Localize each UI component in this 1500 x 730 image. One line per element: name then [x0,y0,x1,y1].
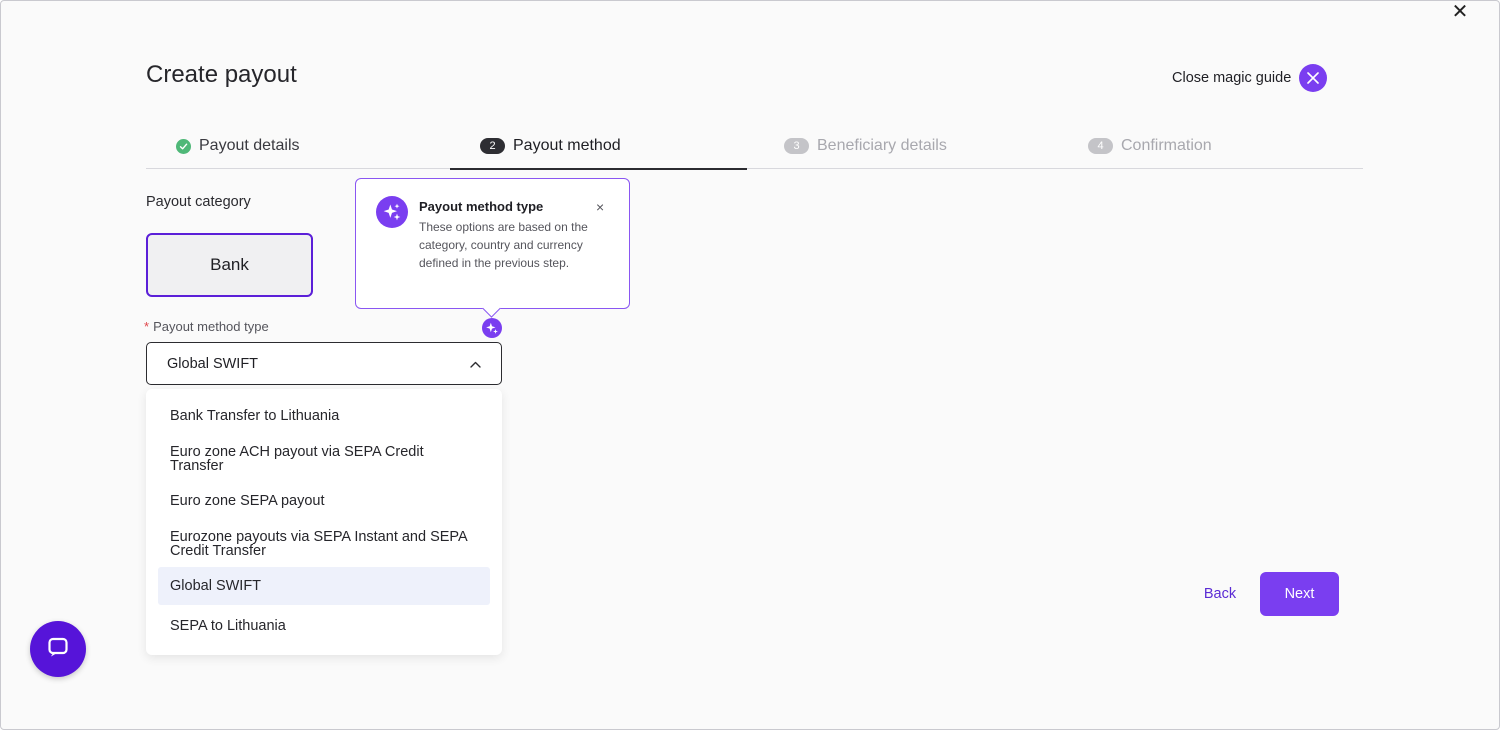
step-label: Payout method [513,137,621,154]
stepper: Payout details 2 Payout method 3 Benefic… [146,123,1363,170]
chevron-up-icon [470,356,481,372]
step-number: 2 [480,138,505,154]
app-window: ✕ Create payout Close magic guide Payout… [0,0,1500,730]
close-magic-guide-label: Close magic guide [1172,70,1292,86]
close-magic-guide-button[interactable]: Close magic guide [1172,64,1328,92]
step-payout-details[interactable]: Payout details [176,123,300,169]
step-label: Beneficiary details [817,137,947,154]
dropdown-option[interactable]: Euro zone ACH payout via SEPA Credit Tra… [158,435,490,482]
dropdown-option-selected[interactable]: Global SWIFT [158,567,490,605]
step-confirmation: 4 Confirmation [1088,123,1212,169]
step-label: Payout details [199,137,300,154]
back-button[interactable]: Back [1196,581,1244,607]
check-icon [176,138,191,154]
dropdown-option[interactable]: Eurozone payouts via SEPA Instant and SE… [158,520,490,567]
select-value: Global SWIFT [167,355,259,372]
popover-close-icon[interactable]: × [596,199,604,215]
dropdown-option[interactable]: Bank Transfer to Lithuania [158,397,490,435]
dropdown-option[interactable]: Euro zone SEPA payout [158,482,490,520]
popover-title: Payout method type [419,199,544,214]
required-mark: * [144,319,150,334]
chat-bubble-icon [46,635,70,664]
dropdown-option[interactable]: SEPA to Lithuania [158,605,490,646]
popover-body: These options are based on the category,… [419,220,588,270]
sparkle-icon [376,196,408,228]
magic-guide-popover: Payout method type These options are bas… [355,178,630,309]
close-icon[interactable] [1299,64,1328,92]
step-number: 3 [784,138,809,154]
sparkle-icon[interactable] [482,318,502,338]
payout-category-label: Payout category [146,194,251,210]
category-bank-card[interactable]: Bank [146,233,313,297]
window-close-icon[interactable]: ✕ [1449,1,1471,23]
payout-method-type-label: * Payout method type [144,319,269,334]
step-label: Confirmation [1121,137,1212,154]
step-number: 4 [1088,138,1113,154]
payout-method-type-select[interactable]: Global SWIFT [146,342,502,385]
page-title: Create payout [146,61,297,88]
chat-launcher-button[interactable] [30,621,86,677]
next-button[interactable]: Next [1260,572,1339,616]
payout-method-type-dropdown: Bank Transfer to Lithuania Euro zone ACH… [146,389,502,655]
field-label-text: Payout method type [153,319,269,334]
step-beneficiary-details: 3 Beneficiary details [784,123,947,169]
step-payout-method[interactable]: 2 Payout method [450,123,746,170]
